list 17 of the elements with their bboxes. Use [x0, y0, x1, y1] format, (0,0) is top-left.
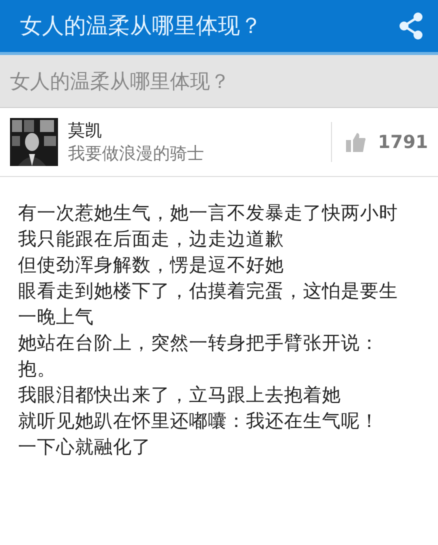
- answer-text-line: 眼看走到她楼下了，估摸着完蛋，这怕是要生: [18, 280, 399, 304]
- answer-text-line: 抱。: [18, 358, 57, 382]
- answer-text-line: 我眼泪都快出来了，立马跟上去抱着她: [18, 384, 342, 408]
- answer-text-line: 一晚上气: [18, 306, 95, 330]
- thumbs-up-icon[interactable]: [346, 132, 366, 152]
- answer-text-line: 她站在台阶上，突然一转身把手臂张开说：: [18, 332, 380, 356]
- like-count: 1791: [378, 132, 428, 152]
- answer-text-line: 就听见她趴在怀里还嘟囔：我还在生气呢！: [18, 410, 380, 434]
- share-icon[interactable]: [398, 12, 424, 40]
- author-bio: 我要做浪漫的骑士: [68, 143, 205, 165]
- answer-text-line: 一下心就融化了: [18, 436, 152, 460]
- answer-text-line: 有一次惹她生气，她一言不发暴走了快两小时: [18, 202, 399, 226]
- author-name: 莫凯: [68, 120, 103, 142]
- answer-text-line: 但使劲浑身解数，愣是逗不好她: [18, 254, 285, 278]
- answer-text-line: 我只能跟在后面走，边走边道歉: [18, 228, 285, 252]
- question-title: 女人的温柔从哪里体现？: [10, 68, 230, 94]
- app-bar-title: 女人的温柔从哪里体现？: [20, 13, 262, 41]
